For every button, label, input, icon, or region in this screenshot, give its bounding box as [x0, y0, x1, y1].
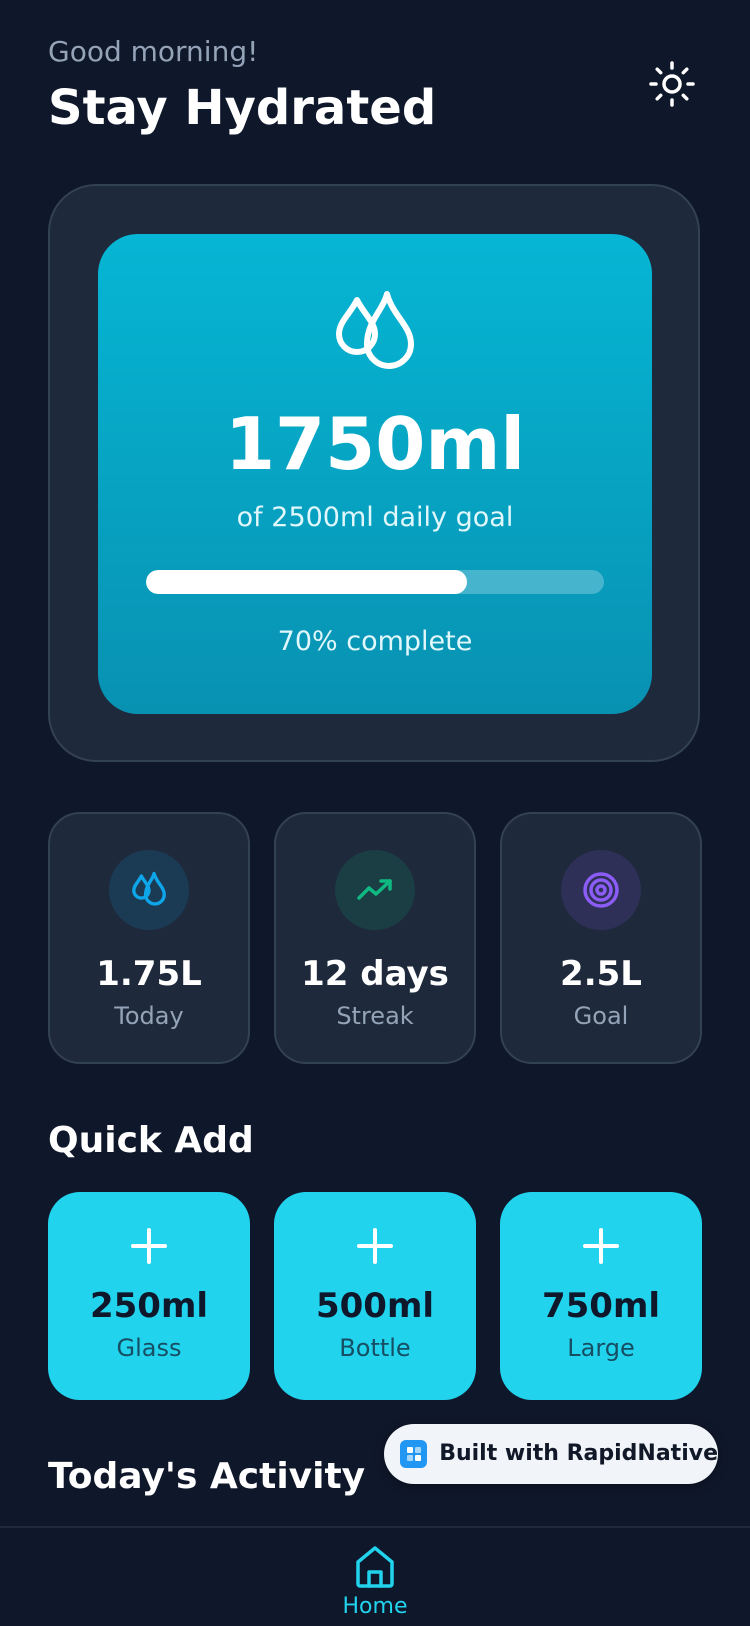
quick-add-large-button[interactable]: 750ml Large: [500, 1192, 702, 1400]
theme-toggle-button[interactable]: [642, 54, 702, 114]
quick-add-bottle-button[interactable]: 500ml Bottle: [274, 1192, 476, 1400]
stat-card-today: 1.75L Today: [48, 812, 250, 1064]
stat-label: Goal: [573, 1002, 629, 1030]
stat-label: Today: [114, 1002, 184, 1030]
header: Good morning! Stay Hydrated: [48, 34, 702, 136]
stat-value: 2.5L: [560, 954, 642, 994]
quick-add-label: Large: [567, 1334, 635, 1362]
page-title: Stay Hydrated: [48, 80, 437, 136]
quick-add-label: Bottle: [339, 1334, 411, 1362]
daily-goal-text: of 2500ml daily goal: [236, 502, 514, 533]
stat-icon-circle: [109, 850, 189, 930]
stat-label: Streak: [336, 1002, 414, 1030]
stat-value: 12 days: [301, 954, 449, 994]
progress-bar-fill: [146, 570, 467, 594]
built-with-badge[interactable]: Built with RapidNative: [384, 1424, 718, 1484]
greeting-text: Good morning!: [48, 35, 259, 68]
quick-add-row: 250ml Glass 500ml Bottle 750ml Large: [48, 1192, 702, 1400]
nav-item-home[interactable]: Home: [330, 1542, 420, 1626]
badge-text: Built with RapidNative: [439, 1441, 718, 1466]
hydration-progress-panel: 1750ml of 2500ml daily goal 70% complete: [98, 234, 652, 714]
quick-add-label: Glass: [116, 1334, 182, 1362]
progress-bar: [146, 570, 604, 594]
sun-icon: [649, 61, 695, 107]
quick-add-amount: 750ml: [541, 1286, 661, 1326]
trending-up-icon: [357, 879, 392, 900]
hydration-card: 1750ml of 2500ml daily goal 70% complete: [48, 184, 700, 762]
plus-icon: [357, 1228, 393, 1264]
stat-card-streak: 12 days Streak: [274, 812, 476, 1064]
quick-add-title: Quick Add: [48, 1120, 254, 1161]
quick-add-amount: 250ml: [89, 1286, 209, 1326]
plus-icon: [583, 1228, 619, 1264]
target-icon: [583, 872, 619, 908]
current-intake: 1750ml: [224, 402, 526, 486]
percent-complete: 70% complete: [277, 626, 473, 657]
plus-icon: [131, 1228, 167, 1264]
stat-value: 1.75L: [96, 954, 202, 994]
quick-add-glass-button[interactable]: 250ml Glass: [48, 1192, 250, 1400]
stat-card-goal: 2.5L Goal: [500, 812, 702, 1064]
nav-home-label: Home: [342, 1594, 408, 1619]
todays-activity-title: Today's Activity: [48, 1456, 366, 1497]
home-icon: [356, 1546, 394, 1588]
stats-row: 1.75L Today 12 days Streak 2.5L Goal: [48, 812, 702, 1064]
bottom-nav: Home: [0, 1526, 750, 1624]
water-drops-icon: [336, 291, 414, 369]
rapidnative-logo-icon: [400, 1440, 428, 1468]
water-drops-icon: [132, 871, 166, 906]
quick-add-amount: 500ml: [315, 1286, 435, 1326]
stat-icon-circle: [335, 850, 415, 930]
stat-icon-circle: [561, 850, 641, 930]
